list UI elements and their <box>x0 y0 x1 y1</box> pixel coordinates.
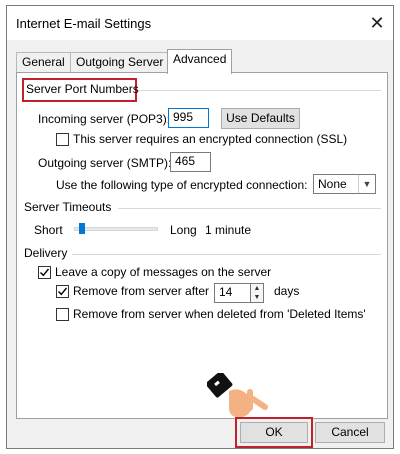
ok-highlight-box <box>235 417 313 448</box>
remove-deleted-label: Remove from server when deleted from 'De… <box>73 307 366 321</box>
advanced-panel: Server Port Numbers Incoming server (POP… <box>16 72 388 419</box>
leave-copy-label: Leave a copy of messages on the server <box>55 265 272 279</box>
server-timeouts-heading: Server Timeouts <box>24 200 112 214</box>
incoming-server-label: Incoming server (POP3): <box>38 112 171 126</box>
tab-general[interactable]: General <box>16 52 71 72</box>
incoming-port-input[interactable]: 995 <box>168 108 209 128</box>
title-bar: Internet E-mail Settings ✕ <box>7 6 393 40</box>
server-port-numbers-heading: Server Port Numbers <box>26 82 139 96</box>
remove-deleted-checkbox[interactable] <box>56 308 69 321</box>
close-icon[interactable]: ✕ <box>364 10 390 36</box>
dropdown-arrow-icon: ▼ <box>358 175 375 193</box>
tab-outgoing-server[interactable]: Outgoing Server <box>70 52 170 72</box>
encryption-type-value: None <box>318 177 347 191</box>
cancel-button[interactable]: Cancel <box>315 422 385 443</box>
checkmark-icon <box>40 268 50 277</box>
timeout-value-label: 1 minute <box>205 223 252 237</box>
remove-after-label: Remove from server after <box>73 284 210 298</box>
pointing-hand-icon <box>207 373 268 417</box>
ssl-checkbox[interactable] <box>56 133 69 146</box>
timeout-short-label: Short <box>34 223 63 237</box>
use-defaults-button[interactable]: Use Defaults <box>221 108 300 129</box>
timeout-slider-track[interactable] <box>74 227 158 231</box>
tab-advanced[interactable]: Advanced <box>167 49 233 74</box>
ssl-label: This server requires an encrypted connec… <box>73 132 348 146</box>
outgoing-port-input[interactable]: 465 <box>170 152 211 172</box>
spin-up-icon[interactable]: ▲ <box>251 284 263 293</box>
internet-email-settings-dialog: Internet E-mail Settings ✕ General Outgo… <box>6 5 394 449</box>
remove-after-checkbox[interactable] <box>56 285 69 298</box>
leave-copy-checkbox[interactable] <box>38 266 51 279</box>
window-title: Internet E-mail Settings <box>16 16 152 31</box>
checkmark-icon <box>58 287 68 296</box>
spin-down-icon[interactable]: ▼ <box>251 293 263 302</box>
days-spinner[interactable]: ▲ ▼ <box>251 283 264 303</box>
section-divider <box>139 90 381 91</box>
timeout-long-label: Long <box>170 223 197 237</box>
section-divider <box>118 208 381 209</box>
delivery-heading: Delivery <box>24 246 68 260</box>
timeout-slider-thumb[interactable] <box>79 223 86 234</box>
outgoing-server-label: Outgoing server (SMTP): <box>38 156 172 170</box>
encryption-type-select[interactable]: None ▼ <box>313 174 376 194</box>
remove-after-days-input[interactable]: 14 <box>214 283 251 303</box>
encryption-type-label: Use the following type of encrypted conn… <box>56 178 308 192</box>
section-divider <box>72 254 381 255</box>
days-label: days <box>274 284 300 298</box>
